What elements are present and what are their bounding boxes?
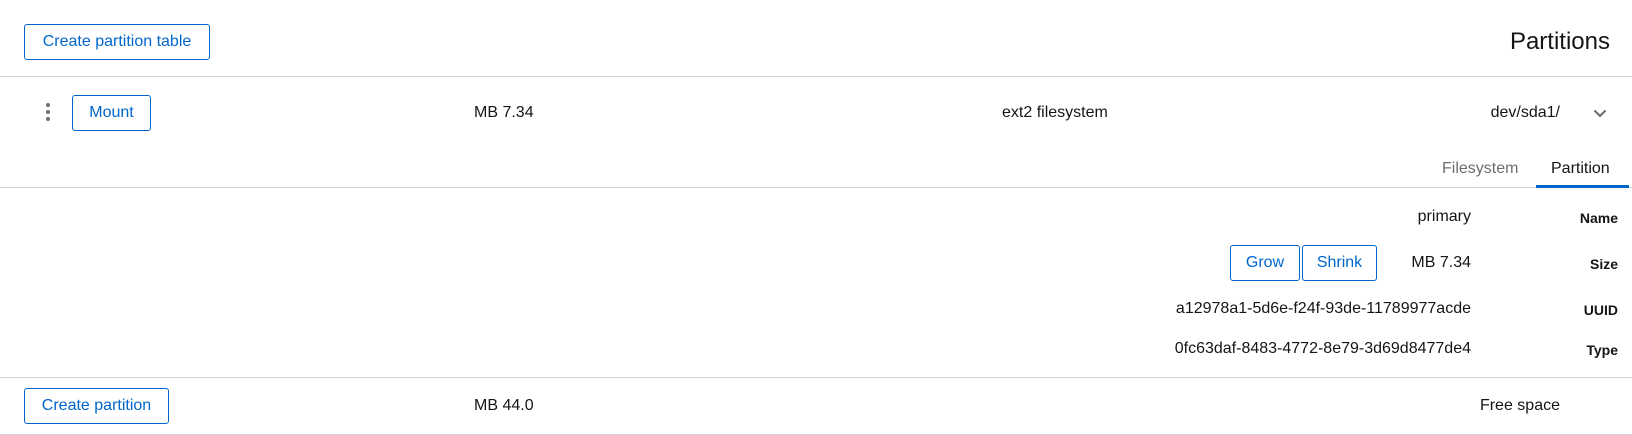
page-title: Partitions xyxy=(1509,28,1610,55)
header-divider xyxy=(0,76,1632,77)
partition-device: dev/sda1/ xyxy=(1490,104,1560,121)
uuid-label: UUID xyxy=(1583,302,1618,318)
partition-description: ext2 filesystem xyxy=(1002,104,1108,121)
shrink-button[interactable]: Shrink xyxy=(1302,245,1377,281)
size-value: MB 7.34 xyxy=(1411,254,1471,271)
uuid-value: a12978a1-5d6e-f24f-93de-11789977acde xyxy=(1175,300,1471,317)
grow-button[interactable]: Grow xyxy=(1230,245,1300,281)
kebab-icon[interactable] xyxy=(38,100,58,124)
partition-size: MB 7.34 xyxy=(474,104,534,121)
type-value: 0fc63daf-8483-4772-8e79-3d69d8477de4 xyxy=(1174,340,1471,357)
free-space-description: Free space xyxy=(1479,397,1560,414)
size-label: Size xyxy=(1589,256,1618,272)
free-space-size: MB 44.0 xyxy=(474,397,534,414)
create-partition-button[interactable]: Create partition xyxy=(24,388,169,424)
create-partition-table-button[interactable]: Create partition table xyxy=(24,24,210,60)
tabs-divider xyxy=(0,187,1632,188)
mount-button[interactable]: Mount xyxy=(72,95,151,131)
type-label: Type xyxy=(1586,342,1618,358)
name-label: Name xyxy=(1579,210,1618,226)
details-divider xyxy=(0,377,1632,378)
tab-filesystem[interactable]: Filesystem xyxy=(1442,159,1518,179)
chevron-down-icon[interactable] xyxy=(1590,103,1610,123)
tab-partition[interactable]: Partition xyxy=(1551,159,1610,179)
name-value: primary xyxy=(1417,208,1471,225)
active-tab-indicator xyxy=(1536,185,1629,188)
